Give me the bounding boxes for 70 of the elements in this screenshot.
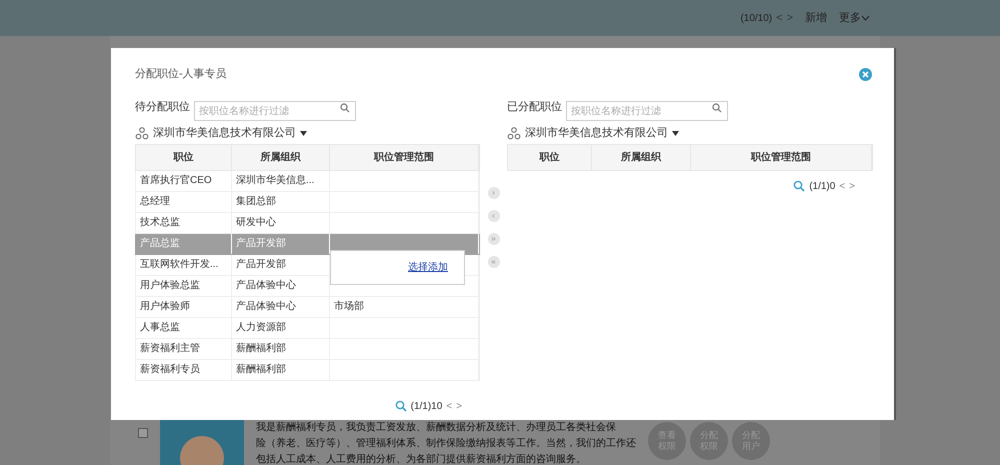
table-cell-text: 薪酬福利部	[236, 362, 286, 377]
table-cell-text: 技术总监	[140, 216, 180, 230]
table-cell-text: 产品总监	[140, 236, 180, 251]
dropdown-caret-icon	[300, 131, 307, 136]
people-icon	[507, 127, 521, 140]
table-row[interactable]: 总经理 集团总部	[135, 192, 480, 212]
table-cell-text: 产品开发部	[236, 258, 286, 272]
column-header: 职位	[136, 144, 232, 170]
search-field[interactable]: 按职位名称进行过滤	[566, 101, 728, 121]
table-cell-text: 深圳市华美信息...	[236, 174, 314, 188]
table-cell-text: 首席执行官CEO	[140, 174, 212, 188]
table-cell-text: 市场部	[334, 300, 364, 314]
table-row[interactable]: 薪资福利专员 薪酬福利部	[135, 360, 480, 380]
add-button[interactable]: 新增	[805, 10, 827, 26]
chevron-icon	[861, 15, 870, 21]
transfer-button[interactable]: »	[488, 232, 500, 244]
next-page-button[interactable]: >	[849, 178, 855, 194]
transfer-button[interactable]: ›	[488, 186, 500, 198]
column-header: 所属组织	[592, 144, 691, 170]
org-dropdown[interactable]: 深圳市华美信息技术有限公司	[525, 125, 679, 142]
description-text: 我是薪酬福利专员，我负责工资发放、薪酬数据分析及统计、办理员工各类社会保 险（养老、医疗等）、管理福利体系、制作保险缴纳报表等工作。当然，我们的工作还 包括人工成本、人工费用的分析、为各部门提供薪资福利方面的咨询服务。	[256, 420, 636, 465]
transfer-button[interactable]: ‹	[488, 210, 500, 222]
people-icon	[135, 127, 149, 140]
checkbox[interactable]	[138, 428, 148, 438]
panel-label: 已分配职位	[507, 100, 562, 116]
page-indicator: (1/1)0	[809, 180, 836, 194]
dropdown-caret-icon	[672, 131, 679, 136]
panel-label: 待分配职位	[135, 100, 190, 116]
table-cell-text: 人力资源部	[236, 320, 286, 335]
search-icon	[712, 102, 722, 112]
select-add-link[interactable]: 选择添加	[408, 260, 448, 274]
table-cell-text: 集团总部	[236, 194, 276, 209]
column-header: 所属组织	[232, 144, 330, 170]
close-button[interactable]	[859, 68, 872, 81]
transfer-button[interactable]: «	[488, 256, 500, 268]
table-row[interactable]: 人事总监 人力资源部	[135, 318, 480, 338]
search-field[interactable]: 按职位名称进行过滤	[194, 101, 356, 121]
table-cell-text: 研发中心	[236, 216, 276, 230]
table-cell-text: 互联网软件开发...	[140, 258, 218, 272]
table-row[interactable]: 薪资福利主管 薪酬福利部	[135, 338, 480, 360]
table-cell-text: 产品体验中心	[236, 278, 296, 293]
previous-page-button[interactable]: <	[446, 398, 452, 414]
close-icon	[862, 70, 869, 78]
page-indicator: (10/10)	[740, 12, 772, 26]
table-cell-text: 人事总监	[140, 320, 180, 335]
previous-page-button[interactable]: <	[839, 178, 846, 194]
column-header: 职位管理范围	[691, 144, 872, 170]
table-row[interactable]: 技术总监 研发中心	[135, 212, 480, 234]
more-button[interactable]: 更多	[839, 10, 870, 26]
table-cell-text: 总经理	[140, 194, 170, 209]
column-header: 职位管理范围	[330, 144, 479, 170]
column-header: 职位	[508, 144, 592, 170]
org-dropdown[interactable]: 深圳市华美信息技术有限公司	[153, 125, 307, 142]
table-cell-text: 薪资福利主管	[140, 342, 200, 356]
search-icon	[340, 102, 350, 112]
table-cell-text: 用户体验师	[140, 300, 190, 314]
table-row[interactable]: 首席执行官CEO 深圳市华美信息...	[135, 170, 480, 192]
previous-page-button[interactable]: <	[776, 10, 783, 26]
table-cell-text: 用户体验总监	[140, 278, 200, 293]
table-cell-text: 薪资福利专员	[140, 362, 200, 377]
table-cell-text: 产品开发部	[236, 236, 286, 251]
table-cell-text: 薪酬福利部	[236, 342, 286, 356]
table-row[interactable]: 用户体验师 产品体验中心 市场部	[135, 296, 480, 318]
search-icon[interactable]	[394, 400, 407, 412]
search-icon[interactable]	[793, 180, 806, 192]
next-page-button[interactable]: >	[456, 398, 462, 414]
dialog-title: 分配职位-人事专员	[135, 67, 227, 82]
next-page-button[interactable]: >	[786, 10, 793, 26]
page-indicator: (1/1)10	[410, 400, 442, 414]
table-cell-text: 产品体验中心	[236, 300, 296, 314]
